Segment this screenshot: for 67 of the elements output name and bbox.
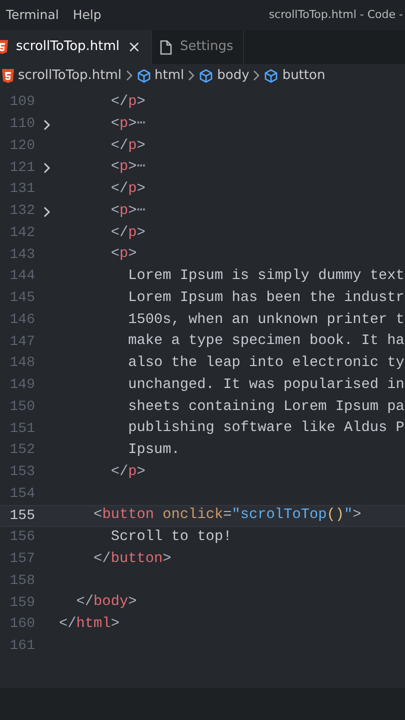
line-number: 144	[8, 267, 35, 286]
window-title: scrollToTop.html - Code -	[268, 6, 403, 23]
line-number: 148	[8, 354, 35, 374]
code-line: <button onclick="scrolToTop()">	[92, 506, 362, 526]
code-line: </p>	[110, 462, 146, 482]
line-number: 109	[8, 93, 35, 112]
line-number: 155	[8, 506, 35, 526]
breadcrumb-item[interactable]: body	[217, 66, 250, 86]
menu-item[interactable]: Help	[72, 6, 102, 24]
file-icon	[160, 40, 172, 54]
line-number: 161	[8, 637, 35, 656]
line-number: 143	[8, 246, 35, 265]
line-number: 132	[8, 202, 35, 222]
cube-icon	[136, 69, 151, 83]
code-line: Lorem Ipsum has been the industr	[127, 288, 404, 308]
line-number: 158	[8, 572, 35, 591]
code-line: unchanged. It was popularised in	[127, 376, 404, 395]
code-line: <p>⋯	[110, 202, 146, 221]
breadcrumb-item[interactable]: html	[154, 66, 184, 86]
line-number: 147	[8, 332, 35, 352]
code-line: 1500s, when an unknown printer t	[127, 310, 404, 330]
code-line: </p>	[110, 180, 146, 200]
fold-chevron-icon[interactable]	[43, 206, 51, 218]
line-number: 160	[8, 615, 35, 634]
code-line: Ipsum.	[127, 441, 180, 460]
code-line: </p>	[110, 93, 146, 112]
line-number: 142	[8, 224, 35, 243]
code-line: <p>⋯	[110, 114, 146, 134]
line-number: 153	[8, 463, 35, 482]
line-number: 120	[8, 136, 35, 156]
line-number: 156	[8, 528, 35, 548]
cube-icon	[199, 69, 214, 83]
code-line: publishing software like Aldus P	[127, 419, 404, 438]
code-line: make a type specimen book. It ha	[127, 332, 404, 352]
line-number: 157	[8, 550, 35, 570]
line-number: 152	[8, 441, 35, 460]
cube-icon	[264, 69, 278, 83]
code-line: also the leap into electronic ty	[127, 354, 404, 374]
menu-item[interactable]: Terminal	[6, 6, 59, 24]
line-number: 150	[8, 398, 35, 417]
editor-tab[interactable]: Settings	[150, 30, 244, 64]
line-number: 145	[8, 289, 35, 308]
code-line: Lorem Ipsum is simply dummy text	[127, 267, 404, 286]
code-line: <p>	[110, 245, 137, 264]
fold-chevron-icon[interactable]	[43, 118, 51, 131]
line-number: 149	[8, 376, 35, 396]
code-line: <p>⋯	[110, 158, 146, 178]
line-number: 146	[8, 310, 35, 330]
code-line: </p>	[110, 136, 146, 156]
fold-chevron-icon[interactable]	[43, 162, 51, 174]
line-number: 121	[8, 158, 35, 178]
breadcrumb-item[interactable]: button	[282, 66, 326, 86]
editor-tab[interactable]: scrollToTop.html ×	[0, 30, 151, 64]
code-line: sheets containing Lorem Ipsum pa	[127, 398, 404, 417]
line-number: 110	[8, 115, 35, 134]
line-number: 151	[8, 420, 35, 439]
code-line: </html>	[59, 615, 120, 634]
line-number: 159	[8, 594, 35, 613]
line-number: 154	[8, 484, 35, 504]
line-number: 131	[8, 180, 35, 200]
code-line: Scroll to top!	[110, 528, 232, 548]
html5-icon	[2, 69, 14, 83]
code-line: </p>	[110, 224, 146, 243]
breadcrumb-item[interactable]: scrollToTop.html	[18, 66, 122, 86]
code-line: </button>	[92, 550, 172, 569]
close-icon[interactable]: ×	[128, 39, 141, 55]
code-line: </body>	[75, 593, 137, 612]
